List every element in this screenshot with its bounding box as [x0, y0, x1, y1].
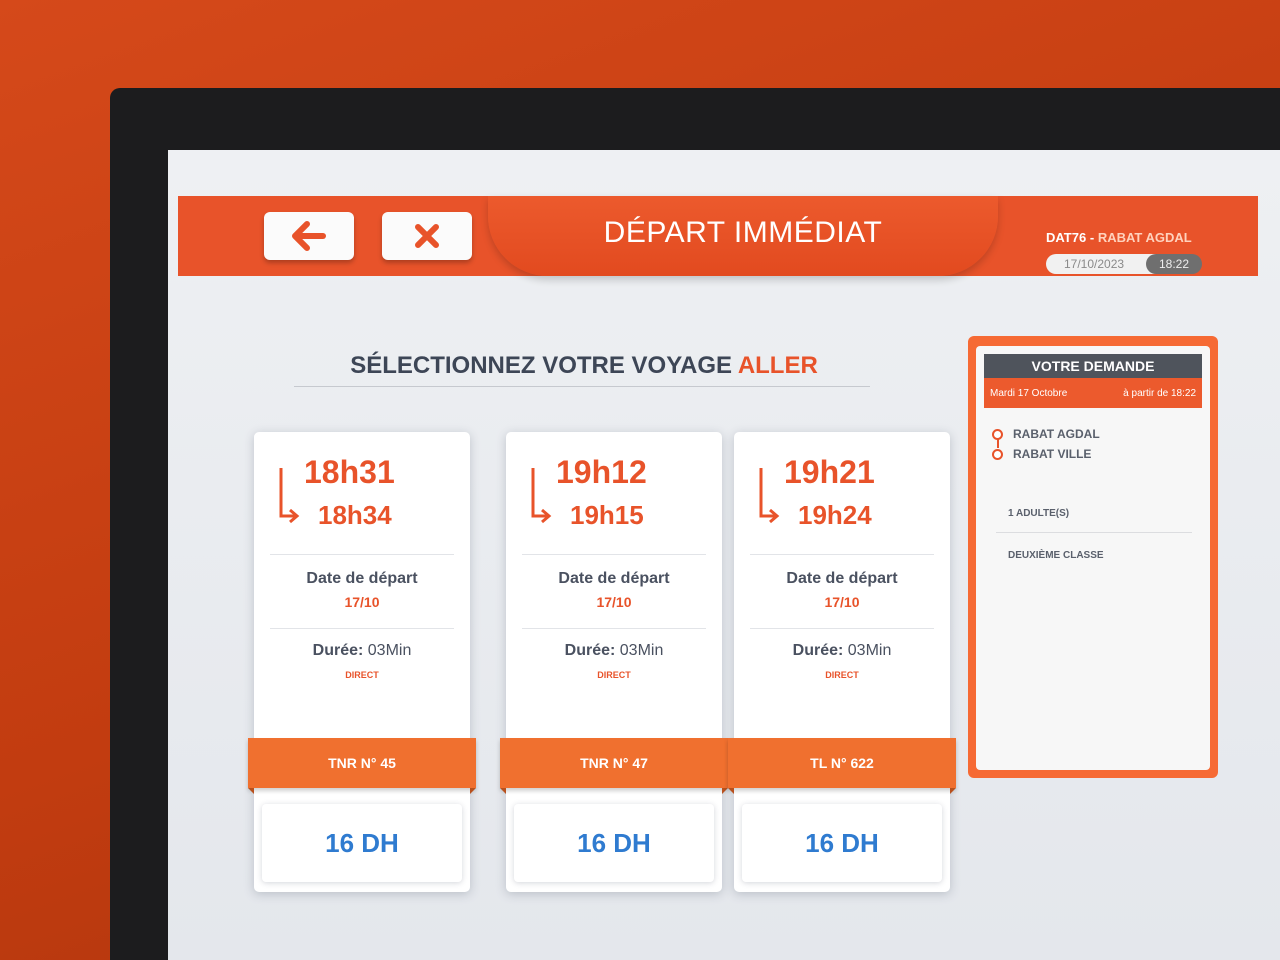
date-value: 17/10 [596, 594, 632, 610]
duration-value: 03Min [619, 642, 664, 659]
section-heading-accent: ALLER [737, 352, 818, 379]
train-number: TNR N° 45 [248, 738, 476, 794]
trip-card[interactable]: 18h31 18h34 Date de départ 17/10 Durée: … [248, 432, 476, 892]
request-date-bar: Mardi 17 Octobre à partir de 18:22 [984, 378, 1202, 408]
card-divider [270, 554, 454, 555]
passenger-count: 1 ADULTE(S) [1008, 508, 1070, 519]
duration-label: Durée: [312, 642, 364, 659]
arrival-time: 18h34 [318, 500, 392, 530]
destination-stop: RABAT VILLE [992, 444, 1100, 464]
trip-type: DIRECT [345, 670, 379, 680]
travel-class: DEUXIÈME CLASSE [1008, 550, 1104, 561]
departure-time: 18h31 [304, 454, 395, 490]
card-divider [750, 554, 934, 555]
page-title: DÉPART IMMÉDIAT [603, 216, 883, 249]
panel-divider [996, 532, 1192, 533]
trip-card[interactable]: 19h21 19h24 Date de départ 17/10 Durée: … [728, 432, 956, 892]
date-label: Date de départ [558, 570, 670, 587]
route-arrow-icon [758, 466, 780, 530]
duration-label: Durée: [792, 642, 844, 659]
station-info: DAT76 - RABAT AGDAL [1046, 230, 1192, 245]
date-value: 17/10 [824, 594, 860, 610]
close-button[interactable] [382, 212, 472, 260]
date-label: Date de départ [306, 570, 418, 587]
card-divider [522, 554, 706, 555]
request-from-time: à partir de 18:22 [1123, 387, 1196, 399]
request-date: Mardi 17 Octobre [990, 387, 1068, 399]
station-separator: - [1089, 230, 1095, 245]
arrow-left-icon [292, 221, 326, 251]
route-stops: RABAT AGDAL RABAT VILLE [992, 424, 1100, 464]
duration-value: 03Min [847, 642, 892, 659]
date-label: Date de départ [786, 570, 898, 587]
price: 16 DH [742, 804, 942, 882]
train-number: TNR N° 47 [500, 738, 728, 794]
card-divider [750, 628, 934, 629]
heading-divider [294, 386, 870, 387]
duration: Durée: 03Min [734, 642, 950, 660]
trip-type: DIRECT [825, 670, 859, 680]
card-divider [522, 628, 706, 629]
close-icon [414, 223, 440, 249]
duration: Durée: 03Min [506, 642, 722, 660]
arrival-time: 19h15 [570, 500, 644, 530]
request-panel-body: VOTRE DEMANDE Mardi 17 Octobre à partir … [976, 346, 1210, 770]
station-code: DAT76 [1046, 230, 1087, 245]
origin-stop: RABAT AGDAL [992, 424, 1100, 444]
route-connector [997, 438, 999, 448]
kiosk-screen: DÉPART IMMÉDIAT DAT76 - RABAT AGDAL 17/1… [168, 150, 1280, 960]
card-divider [270, 628, 454, 629]
stop-dot-icon [992, 448, 1003, 460]
trip-type: DIRECT [597, 670, 631, 680]
back-button[interactable] [264, 212, 354, 260]
section-heading: SÉLECTIONNEZ VOTRE VOYAGE ALLER [294, 352, 874, 380]
price: 16 DH [514, 804, 714, 882]
duration-label: Durée: [564, 642, 616, 659]
route-arrow-icon [278, 466, 300, 530]
trip-card[interactable]: 19h12 19h15 Date de départ 17/10 Durée: … [500, 432, 728, 892]
request-panel: VOTRE DEMANDE Mardi 17 Octobre à partir … [968, 336, 1218, 778]
duration-value: 03Min [367, 642, 412, 659]
section-heading-text: SÉLECTIONNEZ VOTRE VOYAGE [350, 352, 733, 379]
header-time: 18:22 [1146, 254, 1202, 274]
route-arrow-icon [530, 466, 552, 530]
departure-time: 19h21 [784, 454, 875, 490]
departure-time: 19h12 [556, 454, 647, 490]
date-value: 17/10 [344, 594, 380, 610]
station-name: RABAT AGDAL [1097, 230, 1192, 245]
duration: Durée: 03Min [254, 642, 470, 660]
price: 16 DH [262, 804, 462, 882]
origin-station: RABAT AGDAL [1013, 427, 1100, 441]
destination-station: RABAT VILLE [1013, 447, 1092, 461]
request-title: VOTRE DEMANDE [984, 354, 1202, 378]
train-number: TL N° 622 [728, 738, 956, 794]
header-bar: DÉPART IMMÉDIAT DAT76 - RABAT AGDAL 17/1… [178, 196, 1258, 276]
arrival-time: 19h24 [798, 500, 872, 530]
